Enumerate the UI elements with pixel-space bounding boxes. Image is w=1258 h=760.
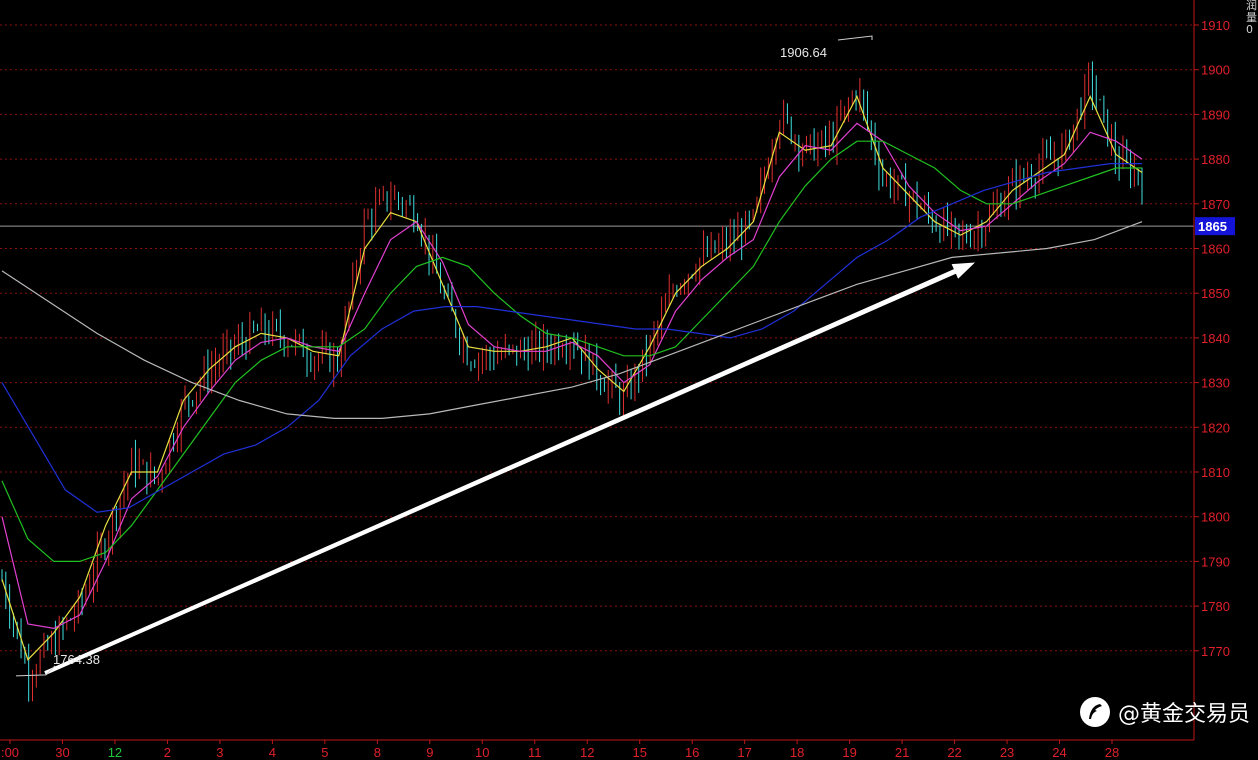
y-tick-label: 1810 <box>1201 465 1230 480</box>
current-price-label: 1865 <box>1198 219 1227 234</box>
candles <box>1 61 1143 702</box>
x-tick-label: 10 <box>475 745 489 760</box>
grid-lines <box>0 24 1193 652</box>
x-tick-label: 17 <box>737 745 751 760</box>
low-label: 1764.38 <box>53 652 100 667</box>
ma-series-line <box>1 122 1143 630</box>
x-tick-label: 15 <box>632 745 646 760</box>
high-leader-line <box>837 35 873 41</box>
extreme-labels: 1906.64 1764.38 <box>15 35 873 677</box>
x-tick-label: 8 <box>374 745 381 760</box>
y-tick-label: 1840 <box>1201 331 1230 346</box>
reference-line: 1865 <box>0 217 1235 236</box>
price-chart: 1865 1906.641764.38 19101900189018801870… <box>0 0 1235 760</box>
watermark: @黄金交易员 <box>1079 694 1250 730</box>
trend-arrow-shape <box>44 262 975 675</box>
x-tick-label: 19 <box>842 745 856 760</box>
y-tick-label: 1880 <box>1201 152 1230 167</box>
x-tick-label: 23 <box>1000 745 1014 760</box>
ma-series-line <box>1 95 1143 661</box>
high-label: 1906.64 <box>780 45 827 60</box>
x-tick-label: 5 <box>321 745 328 760</box>
x-tick-label: 2 <box>164 745 171 760</box>
y-tick-label: 1790 <box>1201 554 1230 569</box>
x-tick-label: 3 <box>216 745 223 760</box>
x-axis: :00 30 12 2 3 4 5 8 9 10 11 12 15 16 17 18 19 21 22 23 24 28 <box>1 740 1119 760</box>
moving-averages <box>1 95 1143 661</box>
y-tick-label: 1820 <box>1201 420 1230 435</box>
x-tick-label: 24 <box>1052 745 1066 760</box>
x-tick-label: 11 <box>528 745 542 760</box>
x-tick-label: 21 <box>895 745 909 760</box>
y-tick-label: 1770 <box>1201 644 1230 659</box>
y-tick-label: 1860 <box>1201 242 1230 257</box>
x-tick-label: 22 <box>947 745 961 760</box>
x-tick-label: 9 <box>426 745 433 760</box>
y-tick-label: 1910 <box>1201 18 1230 33</box>
x-tick-label: 30 <box>55 745 69 760</box>
x-tick-label: :00 <box>1 745 19 760</box>
trend-arrow <box>44 262 975 675</box>
y-tick-label: 1800 <box>1201 510 1230 525</box>
y-tick-label: 1780 <box>1201 599 1230 614</box>
x-tick-label: 18 <box>790 745 804 760</box>
y-axis: 1910 1900 1890 1880 1870 1860 1850 1840 1830 1820… <box>0 0 1230 741</box>
y-tick-label: 1850 <box>1201 286 1230 301</box>
y-tick-label: 1890 <box>1201 107 1230 122</box>
x-tick-label: 12 <box>108 745 122 760</box>
y-tick-label: 1830 <box>1201 376 1230 391</box>
x-tick-label: 16 <box>685 745 699 760</box>
sidebar-glyph: 0 <box>1246 23 1253 36</box>
y-tick-label: 1870 <box>1201 197 1230 212</box>
y-tick-label: 1900 <box>1201 63 1230 78</box>
x-tick-label: 4 <box>269 745 276 760</box>
watermark-text: @黄金交易员 <box>1117 702 1250 727</box>
feather-logo-icon <box>1079 697 1110 727</box>
sidebar-glyphs: 润 量 0 <box>1246 0 1258 36</box>
x-tick-label: 28 <box>1105 745 1119 760</box>
x-tick-label: 12 <box>580 745 594 760</box>
